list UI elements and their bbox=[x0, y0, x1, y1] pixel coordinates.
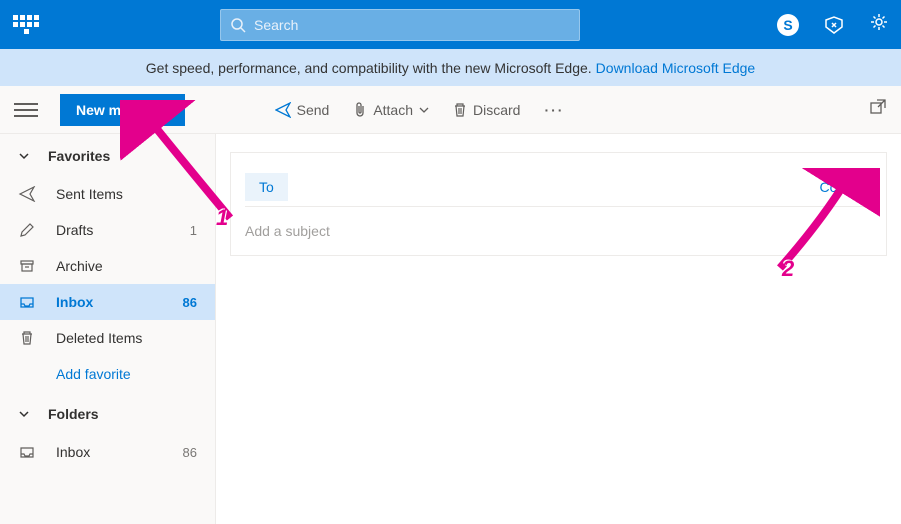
sent-icon bbox=[18, 186, 36, 202]
sidebar-item-archive[interactable]: Archive bbox=[0, 248, 215, 284]
search-input[interactable] bbox=[254, 17, 570, 33]
sidebar-item-label: Drafts bbox=[56, 222, 190, 238]
hamburger-icon[interactable] bbox=[14, 99, 38, 121]
bcc-link[interactable]: Bcc bbox=[849, 179, 872, 195]
annotation-number-2: 2 bbox=[782, 256, 794, 282]
chevron-down-icon bbox=[18, 408, 30, 420]
annotation-number-1: 1 bbox=[216, 205, 228, 231]
promo-link[interactable]: Download Microsoft Edge bbox=[596, 60, 756, 76]
chevron-down-icon bbox=[18, 150, 30, 162]
sidebar-item-count: 86 bbox=[183, 295, 197, 310]
skype-icon[interactable]: S bbox=[777, 14, 799, 36]
send-button[interactable]: Send bbox=[275, 102, 330, 118]
paperclip-icon bbox=[353, 102, 367, 118]
popout-icon[interactable] bbox=[869, 98, 887, 121]
search-icon bbox=[230, 17, 246, 33]
inbox-icon bbox=[18, 444, 36, 460]
sidebar-item-drafts[interactable]: Drafts 1 bbox=[0, 212, 215, 248]
sidebar: Favorites Sent Items Drafts 1 Archive In… bbox=[0, 134, 216, 524]
discard-label: Discard bbox=[473, 102, 520, 118]
attach-button[interactable]: Attach bbox=[353, 102, 429, 118]
sidebar-item-label: Deleted Items bbox=[56, 330, 197, 346]
new-message-button[interactable]: New message bbox=[60, 94, 185, 126]
subject-row bbox=[245, 207, 872, 255]
sidebar-item-label: Archive bbox=[56, 258, 197, 274]
top-bar: S bbox=[0, 0, 901, 49]
sidebar-item-label: Sent Items bbox=[56, 186, 197, 202]
more-actions-button[interactable]: ··· bbox=[544, 102, 564, 118]
send-label: Send bbox=[297, 102, 330, 118]
archive-icon bbox=[18, 258, 36, 274]
favorites-label: Favorites bbox=[48, 148, 110, 164]
promo-text: Get speed, performance, and compatibilit… bbox=[146, 60, 592, 76]
sidebar-item-label: Inbox bbox=[56, 294, 183, 310]
sidebar-folder-inbox[interactable]: Inbox 86 bbox=[0, 434, 215, 470]
compose-pane: To Cc Bcc bbox=[216, 134, 901, 524]
sidebar-item-deleted[interactable]: Deleted Items bbox=[0, 320, 215, 356]
pencil-icon bbox=[18, 222, 36, 238]
discard-button[interactable]: Discard bbox=[453, 102, 520, 118]
add-favorite-link[interactable]: Add favorite bbox=[0, 356, 215, 392]
chevron-down-icon bbox=[419, 105, 429, 115]
trash-icon bbox=[18, 330, 36, 346]
folders-label: Folders bbox=[48, 406, 99, 422]
promo-banner: Get speed, performance, and compatibilit… bbox=[0, 49, 901, 86]
favorites-section-header[interactable]: Favorites bbox=[0, 134, 215, 176]
sidebar-item-inbox[interactable]: Inbox 86 bbox=[0, 284, 215, 320]
trash-icon bbox=[453, 102, 467, 118]
sidebar-item-count: 1 bbox=[190, 223, 197, 238]
sidebar-item-label: Inbox bbox=[56, 444, 183, 460]
to-row: To Cc Bcc bbox=[245, 167, 872, 207]
settings-icon[interactable] bbox=[869, 12, 889, 37]
cc-link[interactable]: Cc bbox=[820, 179, 837, 195]
inbox-icon bbox=[18, 294, 36, 310]
send-icon bbox=[275, 102, 291, 118]
compose-toolbar: New message Send Attach Discard ··· bbox=[0, 86, 901, 134]
to-button[interactable]: To bbox=[245, 173, 288, 201]
app-launcher-icon[interactable] bbox=[12, 11, 40, 39]
folders-section-header[interactable]: Folders bbox=[0, 392, 215, 434]
attach-label: Attach bbox=[373, 102, 413, 118]
sidebar-item-sent[interactable]: Sent Items bbox=[0, 176, 215, 212]
sidebar-item-count: 86 bbox=[183, 445, 197, 460]
subject-input[interactable] bbox=[245, 223, 872, 239]
search-box[interactable] bbox=[220, 9, 580, 41]
premium-icon[interactable] bbox=[823, 14, 845, 36]
